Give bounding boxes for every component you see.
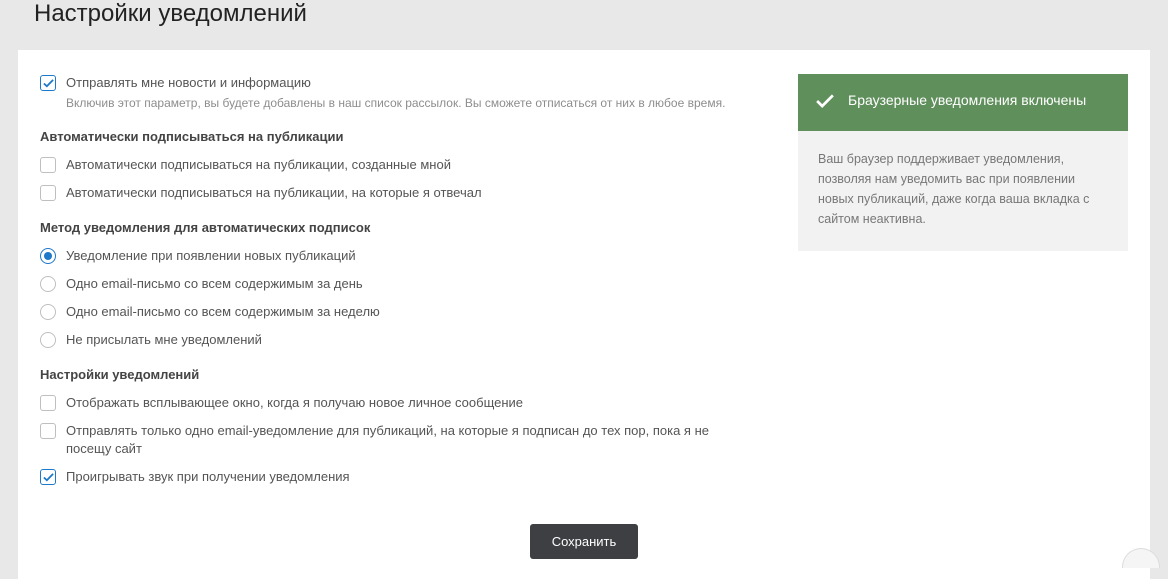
section-title-notif-settings: Настройки уведомлений: [40, 367, 764, 382]
checkbox-icon[interactable]: [40, 75, 56, 91]
option-method-none[interactable]: Не присылать мне уведомлений: [40, 331, 764, 349]
option-auto-sub-replied[interactable]: Автоматически подписываться на публикаци…: [40, 184, 764, 202]
option-label: Отображать всплывающее окно, когда я пол…: [66, 394, 523, 412]
option-label: Автоматически подписываться на публикаци…: [66, 184, 482, 202]
save-button[interactable]: Сохранить: [530, 524, 639, 559]
option-method-new-posts[interactable]: Уведомление при появлении новых публикац…: [40, 247, 764, 265]
checkbox-icon[interactable]: [40, 395, 56, 411]
section-title-method: Метод уведомления для автоматических под…: [40, 220, 764, 235]
option-popup-pm[interactable]: Отображать всплывающее окно, когда я пол…: [40, 394, 764, 412]
option-single-email[interactable]: Отправлять только одно email-уведомление…: [40, 422, 764, 458]
page-title: Настройки уведомлений: [0, 0, 1168, 42]
option-label: Одно email-письмо со всем содержимым за …: [66, 303, 380, 321]
radio-icon[interactable]: [40, 332, 56, 348]
browser-notif-banner: Браузерные уведомления включены: [798, 74, 1128, 131]
option-label: Проигрывать звук при получении уведомлен…: [66, 468, 350, 486]
option-send-news[interactable]: Отправлять мне новости и информацию Вклю…: [40, 74, 764, 111]
check-icon: [816, 90, 834, 115]
option-label: Отправлять мне новости и информацию: [66, 74, 725, 92]
settings-form: Отправлять мне новости и информацию Вклю…: [40, 74, 764, 496]
radio-icon[interactable]: [40, 248, 56, 264]
sidebar: Браузерные уведомления включены Ваш брау…: [798, 74, 1128, 251]
option-label: Автоматически подписываться на публикаци…: [66, 156, 451, 174]
checkbox-icon[interactable]: [40, 423, 56, 439]
checkbox-icon[interactable]: [40, 157, 56, 173]
option-label: Не присылать мне уведомлений: [66, 331, 262, 349]
option-play-sound[interactable]: Проигрывать звук при получении уведомлен…: [40, 468, 764, 486]
option-description: Включив этот параметр, вы будете добавле…: [66, 95, 725, 111]
option-label: Одно email-письмо со всем содержимым за …: [66, 275, 363, 293]
option-label: Уведомление при появлении новых публикац…: [66, 247, 356, 265]
option-method-weekly[interactable]: Одно email-письмо со всем содержимым за …: [40, 303, 764, 321]
option-label: Отправлять только одно email-уведомление…: [66, 422, 746, 458]
radio-icon[interactable]: [40, 304, 56, 320]
radio-icon[interactable]: [40, 276, 56, 292]
browser-notif-info: Ваш браузер поддерживает уведомления, по…: [798, 131, 1128, 251]
checkbox-icon[interactable]: [40, 469, 56, 485]
settings-panel: Отправлять мне новости и информацию Вклю…: [18, 50, 1150, 579]
banner-text: Браузерные уведомления включены: [848, 90, 1086, 110]
section-title-auto-subscribe: Автоматически подписываться на публикаци…: [40, 129, 764, 144]
option-auto-sub-mine[interactable]: Автоматически подписываться на публикаци…: [40, 156, 764, 174]
checkbox-icon[interactable]: [40, 185, 56, 201]
option-method-daily[interactable]: Одно email-письмо со всем содержимым за …: [40, 275, 764, 293]
